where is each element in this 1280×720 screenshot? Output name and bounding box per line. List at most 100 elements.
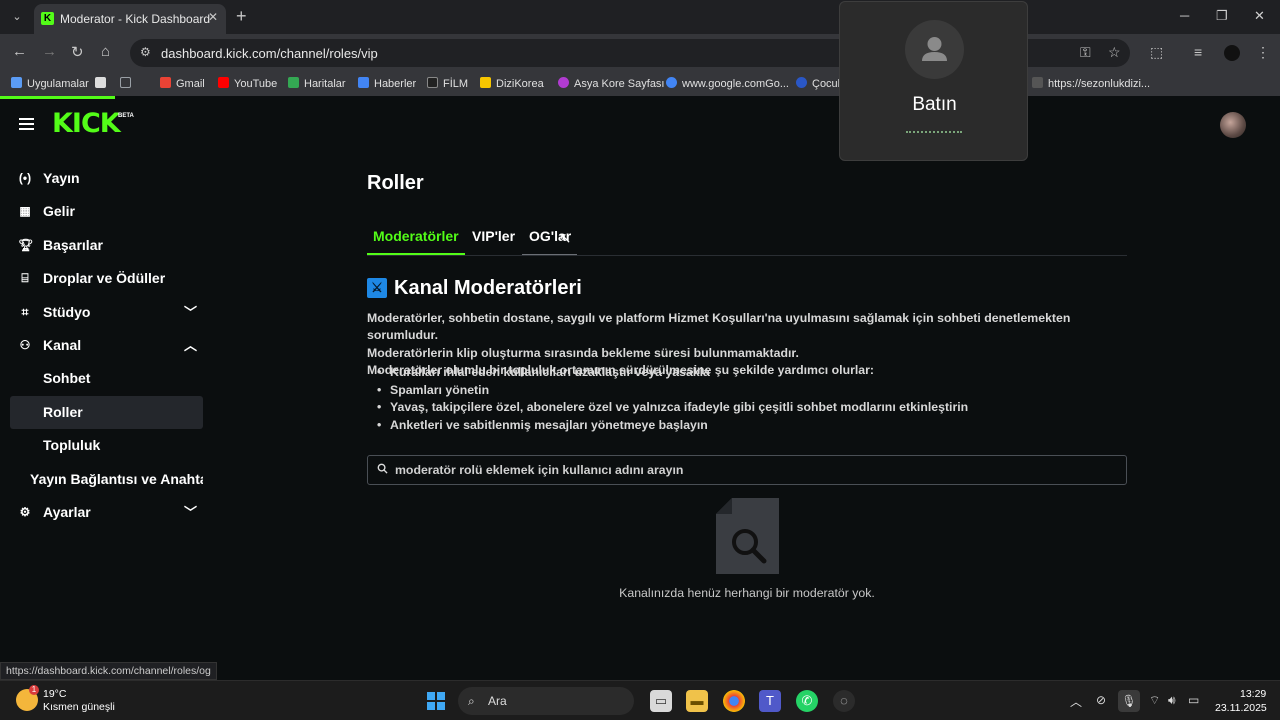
bookmark-film[interactable]: FİLM: [427, 77, 468, 90]
weather-temperature[interactable]: 19°C: [43, 688, 66, 700]
volume-icon[interactable]: 🔊︎: [1168, 693, 1176, 708]
media-control-icon[interactable]: ≡: [1194, 44, 1202, 60]
sidebar-item-roller[interactable]: Roller: [10, 395, 203, 430]
microphone-icon[interactable]: 🎙︎: [1118, 690, 1140, 712]
incoming-call-popup[interactable]: Batın: [839, 1, 1028, 161]
browser-toolbar: ← → ↻ ⌂ ⚙ dashboard.kick.com/channel/rol…: [0, 34, 1280, 72]
caller-name: Batın: [912, 94, 957, 115]
sidebar-item-label: Ayarlar: [43, 503, 91, 520]
sidebar-item-kanal[interactable]: ⚇ Kanal ︿: [10, 329, 203, 362]
trophy-icon: 🏆︎: [18, 237, 34, 252]
list-item: Spamları yönetin: [377, 382, 1117, 400]
link-status-bar: https://dashboard.kick.com/channel/roles…: [0, 662, 217, 680]
sidebar-item-label: Roller: [43, 403, 83, 420]
app-icon[interactable]: ◌: [833, 690, 855, 712]
empty-state-text: Kanalınızda henüz herhangi bir moderatör…: [619, 586, 875, 600]
sidebar-item-label: Yayın: [43, 170, 80, 186]
browser-menu-icon[interactable]: ⋮: [1256, 44, 1270, 61]
password-key-icon[interactable]: ⚿: [1080, 44, 1091, 61]
url-text[interactable]: dashboard.kick.com/channel/roles/vip: [161, 46, 378, 61]
tab-search-chevron-icon[interactable]: ⌄: [6, 7, 28, 27]
sidebar-item-yayin-baglantisi[interactable]: Yayın Bağlantısı ve Anahtar: [10, 463, 203, 496]
bookmarks-bar: Uygulamalar Gmail YouTube Haritalar Habe…: [0, 72, 1280, 96]
google-icon: [666, 77, 677, 88]
bookmark-news[interactable]: Haberler: [358, 77, 416, 90]
bookmark-apps[interactable]: Uygulamalar: [11, 77, 89, 90]
sidebar-item-studyo[interactable]: ⌗ Stüdyo ﹀: [10, 296, 203, 329]
bookmark-star-icon[interactable]: ☆: [1108, 44, 1121, 61]
beta-badge: BETA: [118, 113, 134, 119]
sidebar-item-basarilar[interactable]: 🏆︎ Başarılar: [10, 229, 203, 262]
gift-icon: ⌸: [21, 271, 29, 286]
wifi-icon[interactable]: ⌔: [1149, 693, 1160, 708]
moderator-search-input[interactable]: moderatör rolü eklemek için kullanıcı ad…: [367, 455, 1127, 485]
task-view-icon[interactable]: ▭: [650, 690, 672, 712]
chevron-down-icon[interactable]: ﹀: [184, 496, 197, 529]
bookmark-label: DiziKorea: [496, 78, 544, 90]
tab-close-icon[interactable]: ✕: [208, 10, 218, 24]
bookmark-sezonlukdizi[interactable]: https://sezonlukdizi...: [1032, 77, 1150, 90]
file-explorer-icon[interactable]: ▬: [686, 690, 708, 712]
home-icon[interactable]: ⌂: [101, 43, 110, 60]
bookmark-maps[interactable]: Haritalar: [288, 77, 346, 90]
bookmark-blank[interactable]: [95, 77, 111, 90]
tab-vipler[interactable]: VIP'ler: [472, 228, 515, 244]
sidebar-item-ayarlar[interactable]: ⚙ Ayarlar ﹀: [10, 496, 203, 529]
windows-taskbar: 1 19°C Kısmen güneşli ⌕ Ara ▭ ▬ T ✆ ◌ ︿ …: [0, 680, 1280, 720]
back-icon[interactable]: ←: [12, 43, 27, 60]
roles-tabs: Moderatörler VIP'ler OG'lar: [367, 219, 1127, 256]
whatsapp-icon[interactable]: ✆: [796, 690, 818, 712]
avatar[interactable]: [1220, 112, 1246, 138]
minimize-icon[interactable]: ─: [1180, 8, 1189, 23]
chrome-icon[interactable]: [723, 690, 745, 712]
extensions-icon[interactable]: ⬚: [1150, 44, 1163, 61]
chevron-down-icon[interactable]: ﹀: [184, 296, 197, 329]
window-close-icon[interactable]: ✕: [1254, 8, 1265, 24]
description-line: Moderatörlerin klip oluşturma sırasında …: [367, 345, 799, 360]
taskbar-search[interactable]: ⌕ Ara: [458, 687, 634, 715]
maximize-icon[interactable]: ❐: [1216, 8, 1228, 24]
browser-tab[interactable]: K Moderator - Kick Dashboard ✕: [34, 4, 226, 34]
sidebar-item-label: Başarılar: [43, 236, 103, 253]
bookmark-youtube[interactable]: YouTube: [218, 77, 277, 90]
bookmark-asya-kore[interactable]: Asya Kore Sayfası: [558, 77, 665, 90]
sidebar-item-gelir[interactable]: ▦ Gelir: [10, 195, 203, 228]
menu-hamburger-icon[interactable]: [19, 118, 34, 130]
clock-time[interactable]: 13:29: [1240, 688, 1266, 700]
chevron-up-icon[interactable]: ︿: [184, 329, 197, 362]
new-tab-icon[interactable]: +: [236, 6, 247, 27]
bookmark-google[interactable]: www.google.comGo...: [666, 77, 789, 90]
sidebar-item-topluluk[interactable]: Topluluk: [10, 429, 203, 462]
kick-logo[interactable]: KICK: [52, 110, 121, 137]
youtube-icon: [218, 77, 229, 88]
sidebar-item-sohbet[interactable]: Sohbet: [10, 362, 203, 395]
weather-condition[interactable]: Kısmen güneşli: [43, 701, 115, 713]
bookmark-dizikorea[interactable]: DiziKorea: [480, 77, 544, 90]
bookmark-cocuk[interactable]: Çocuk: [796, 77, 843, 90]
network-off-icon[interactable]: ⊘: [1096, 693, 1106, 707]
site-icon: [558, 77, 569, 88]
sidebar-item-droplar[interactable]: ⌸ Droplar ve Ödüller: [10, 262, 203, 295]
kick-dashboard: KICK BETA (•) Yayın ▦ Gelir 🏆︎ Başarılar…: [0, 99, 1280, 680]
list-item: Anketleri ve sabitlenmiş mesajları yönet…: [377, 417, 1117, 435]
battery-icon[interactable]: ▭: [1188, 693, 1199, 707]
profile-icon[interactable]: [1224, 45, 1240, 61]
news-icon: [358, 77, 369, 88]
bookmark-label: Haritalar: [304, 78, 346, 90]
bookmark-gmail[interactable]: Gmail: [160, 77, 205, 90]
tab-moderatorler[interactable]: Moderatörler: [373, 228, 459, 244]
sidebar-item-yayin[interactable]: (•) Yayın: [10, 162, 203, 195]
clock-date[interactable]: 23.11.2025: [1215, 702, 1267, 714]
list-item: Kuralları ihlal eden kullanıcıları uzakl…: [377, 364, 1117, 382]
reload-icon[interactable]: ↻: [71, 43, 84, 61]
show-hidden-icons-icon[interactable]: ︿: [1070, 693, 1082, 710]
teams-icon[interactable]: T: [759, 690, 781, 712]
bookmark-grid[interactable]: [120, 77, 136, 90]
forward-icon[interactable]: →: [42, 43, 57, 60]
grid-icon: [120, 77, 131, 88]
site-info-icon[interactable]: ⚙: [140, 45, 151, 59]
broadcast-icon: (•): [18, 171, 32, 185]
revenue-icon: ▦: [19, 204, 31, 219]
sidebar-item-label: Kanal: [43, 336, 82, 353]
windows-start-icon[interactable]: [427, 692, 445, 710]
